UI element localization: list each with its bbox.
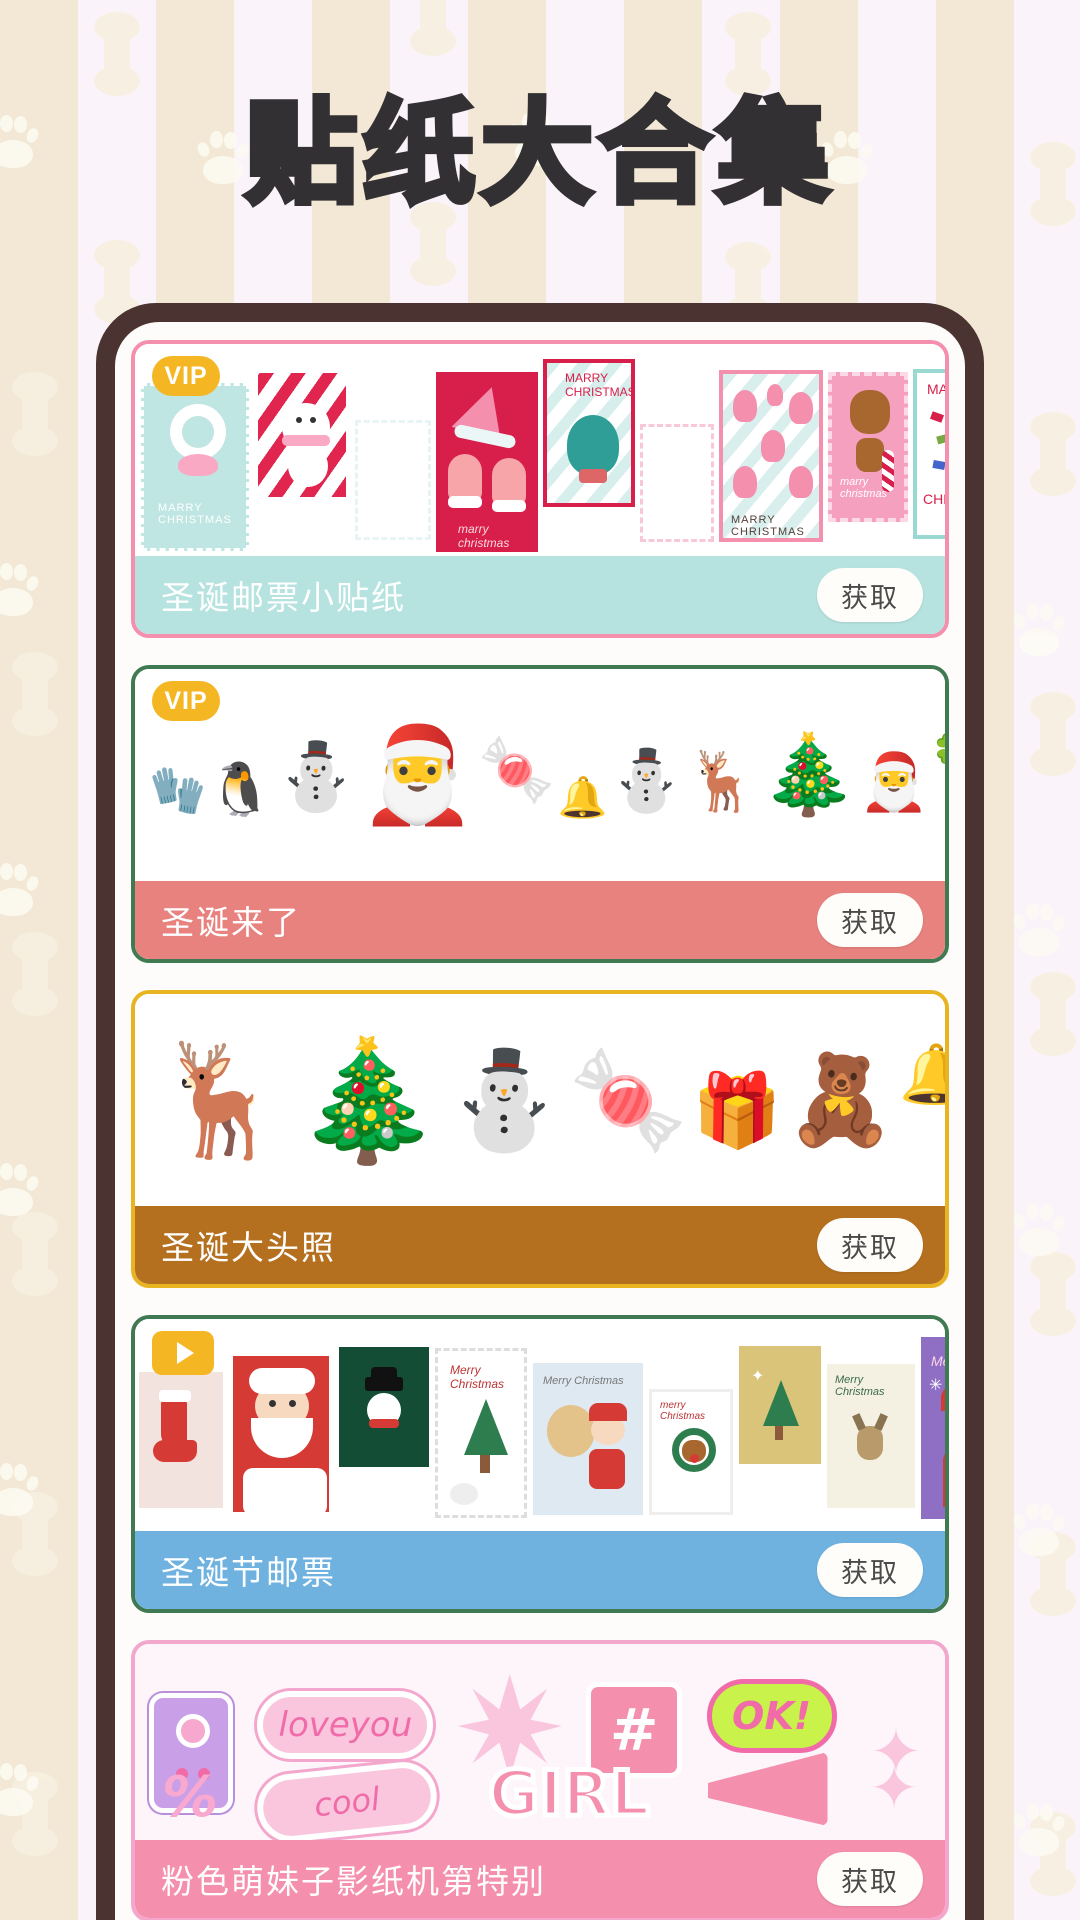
sticker-thumb-snowman bbox=[254, 369, 350, 501]
phone-screen: MARRY CHRISTMAS marry christmas MARRY CH… bbox=[115, 322, 965, 1920]
get-button[interactable]: 获取 bbox=[817, 1543, 923, 1597]
paw-print-decoration bbox=[1011, 900, 1067, 956]
bone-decoration bbox=[12, 652, 58, 736]
sticker-thumb-stocking-card bbox=[139, 1372, 223, 1508]
paw-print-decoration bbox=[0, 1760, 41, 1816]
sticker-thumb-confetti: MARRY CHRISTMAS bbox=[913, 369, 945, 539]
sticker-pack-card[interactable]: 🦌 🎄 ⛄ 🍬 🎁 🧸 🔔 圣诞大头照 获取 bbox=[131, 990, 949, 1288]
sticker-thumb-snowman-earmuffs: ⛄ bbox=[275, 738, 358, 815]
sticker-thumb-gingerbread-man: 🧸 bbox=[785, 1048, 896, 1151]
pack-name: 粉色萌妹子影纸机第特别 bbox=[161, 1862, 546, 1901]
page-title: 贴纸大合集 bbox=[242, 89, 835, 219]
bone-decoration bbox=[725, 12, 771, 96]
sticker-thumb-gingerbread: marry christmas bbox=[828, 372, 908, 522]
sticker-thumb-girl-purple: Merry Chris ✳ bbox=[921, 1337, 945, 1519]
sticker-thumb-reindeer-wreath: merry Christmas bbox=[649, 1389, 733, 1515]
pack-name: 圣诞节邮票 bbox=[161, 1553, 336, 1592]
bone-decoration bbox=[94, 12, 140, 96]
sticker-thumb-sparkle: ✦ bbox=[869, 1754, 919, 1822]
paw-print-decoration bbox=[0, 1160, 41, 1216]
sticker-thumb-santa-portrait bbox=[229, 1352, 333, 1516]
paw-print-decoration bbox=[0, 860, 41, 916]
sticker-thumb-gift: 🎁 bbox=[691, 1067, 782, 1152]
sticker-thumb-girl: GIRL bbox=[486, 1754, 652, 1832]
sticker-thumb-reindeer-face: 🦌 bbox=[153, 1035, 290, 1164]
paw-print-decoration bbox=[0, 560, 41, 616]
pack-footer: 圣诞节邮票 获取 bbox=[135, 1531, 945, 1609]
bone-decoration bbox=[12, 1212, 58, 1296]
sticker-thumb-santa: 🎅 bbox=[359, 721, 477, 830]
sticker-thumb-snowman-tophat: ⛄ bbox=[609, 745, 684, 816]
bone-decoration bbox=[1030, 1252, 1076, 1336]
pack-footer: 粉色萌妹子影纸机第特别 获取 bbox=[135, 1840, 945, 1918]
sticker-pack-card[interactable]: 🧤 🐧 ⛄ 🎅 🍬 🔔 ⛄ 🦌 🎄 🎅 🍀 🎁 VIP bbox=[131, 665, 949, 963]
sticker-thumb-holly: 🍀 bbox=[931, 732, 945, 774]
sticker-thumb-reindeer: 🦌 bbox=[686, 746, 759, 815]
sticker-thumb-tree-gold: ✦ bbox=[739, 1346, 821, 1464]
pack-name: 圣诞邮票小贴纸 bbox=[161, 578, 406, 617]
get-button[interactable]: 获取 bbox=[817, 1852, 923, 1906]
sticker-thumb-penguin: 🐧 bbox=[208, 759, 274, 820]
sticker-thumb-balloons: MARRY CHRISTMAS bbox=[719, 370, 823, 542]
bone-decoration bbox=[94, 240, 140, 324]
sticker-thumb-bells: 🔔 bbox=[899, 1040, 945, 1109]
pack-preview[interactable]: 🦌 🎄 ⛄ 🍬 🎁 🧸 🔔 bbox=[135, 994, 945, 1206]
sticker-thumb-cool: cool bbox=[253, 1758, 440, 1840]
pack-footer: 圣诞来了 获取 bbox=[135, 881, 945, 959]
phone-frame: MARRY CHRISTMAS marry christmas MARRY CH… bbox=[96, 303, 984, 1920]
paw-print-decoration bbox=[1011, 1500, 1067, 1556]
pack-preview[interactable]: MARRY CHRISTMAS marry christmas MARRY CH… bbox=[135, 344, 945, 556]
sticker-thumb-candy-cane: 🍬 bbox=[478, 733, 556, 806]
pack-footer: 圣诞邮票小贴纸 获取 bbox=[135, 556, 945, 634]
sticker-thumb-christmas-tree: 🎄 bbox=[760, 729, 858, 820]
paw-print-decoration bbox=[1011, 1200, 1067, 1256]
bone-decoration bbox=[1030, 412, 1076, 496]
bone-decoration bbox=[1030, 692, 1076, 776]
pack-preview[interactable]: 🧤 🐧 ⛄ 🎅 🍬 🔔 ⛄ 🦌 🎄 🎅 🍀 🎁 VIP bbox=[135, 669, 945, 881]
sticker-thumb-deer-beige: Merry Christmas bbox=[827, 1364, 915, 1508]
pack-preview[interactable]: Merry Christmas Merry Christmas merry Ch… bbox=[135, 1319, 945, 1531]
sticker-thumb-bell: 🔔 bbox=[557, 774, 608, 821]
sticker-thumb-mitten: 🧤 bbox=[149, 762, 207, 817]
get-button[interactable]: 获取 bbox=[817, 568, 923, 622]
sticker-pack-card[interactable]: MARRY CHRISTMAS marry christmas MARRY CH… bbox=[131, 340, 949, 638]
bone-decoration bbox=[12, 372, 58, 456]
sticker-thumb-wreath: MARRY CHRISTMAS bbox=[141, 383, 249, 551]
bone-decoration bbox=[1030, 972, 1076, 1056]
sticker-thumb-christmas-tree: 🎄 bbox=[293, 1030, 441, 1169]
bone-decoration bbox=[12, 932, 58, 1016]
sticker-pack-list: MARRY CHRISTMAS marry christmas MARRY CH… bbox=[131, 340, 949, 1920]
sticker-pack-card[interactable]: Merry Christmas Merry Christmas merry Ch… bbox=[131, 1315, 949, 1613]
sticker-thumb-tree-card: Merry Christmas bbox=[435, 1348, 527, 1518]
paw-print-decoration bbox=[1011, 1800, 1067, 1856]
sticker-thumb-snowman-scarf: ⛄ bbox=[444, 1043, 565, 1156]
bone-decoration bbox=[410, 202, 456, 286]
bone-decoration bbox=[410, 0, 456, 56]
sticker-pack-card[interactable]: loveyou # OK! ✦ % cool GIRL ✦ 粉色萌妹子影纸机第特… bbox=[131, 1640, 949, 1920]
paw-print-decoration bbox=[0, 1460, 41, 1516]
sticker-thumb-percent: % bbox=[161, 1764, 219, 1830]
sticker-thumb-candy-cane: 🍬 bbox=[568, 1043, 688, 1156]
pack-preview[interactable]: loveyou # OK! ✦ % cool GIRL ✦ bbox=[135, 1644, 945, 1840]
sticker-thumb-santa-sack: Merry Christmas bbox=[533, 1363, 643, 1515]
vip-badge: VIP bbox=[152, 681, 220, 721]
sticker-thumb-snowman-dark bbox=[339, 1347, 429, 1467]
sticker-thumb-blank bbox=[640, 424, 714, 542]
pack-footer: 圣诞大头照 获取 bbox=[135, 1206, 945, 1284]
vip-badge: VIP bbox=[152, 356, 220, 396]
sticker-thumb-santa-small: 🎅 bbox=[859, 750, 930, 815]
get-button[interactable]: 获取 bbox=[817, 893, 923, 947]
play-icon[interactable] bbox=[152, 1331, 214, 1375]
pack-name: 圣诞来了 bbox=[161, 903, 301, 942]
pack-name: 圣诞大头照 bbox=[161, 1228, 336, 1267]
sticker-thumb-tree: MARRY CHRISTMAS bbox=[543, 359, 635, 507]
sticker-thumb-santa-hat-mittens: marry christmas bbox=[436, 372, 538, 552]
sticker-thumb-blank bbox=[355, 420, 431, 540]
sticker-thumb-megaphone bbox=[702, 1740, 832, 1836]
paw-print-decoration bbox=[1011, 600, 1067, 656]
get-button[interactable]: 获取 bbox=[817, 1218, 923, 1272]
